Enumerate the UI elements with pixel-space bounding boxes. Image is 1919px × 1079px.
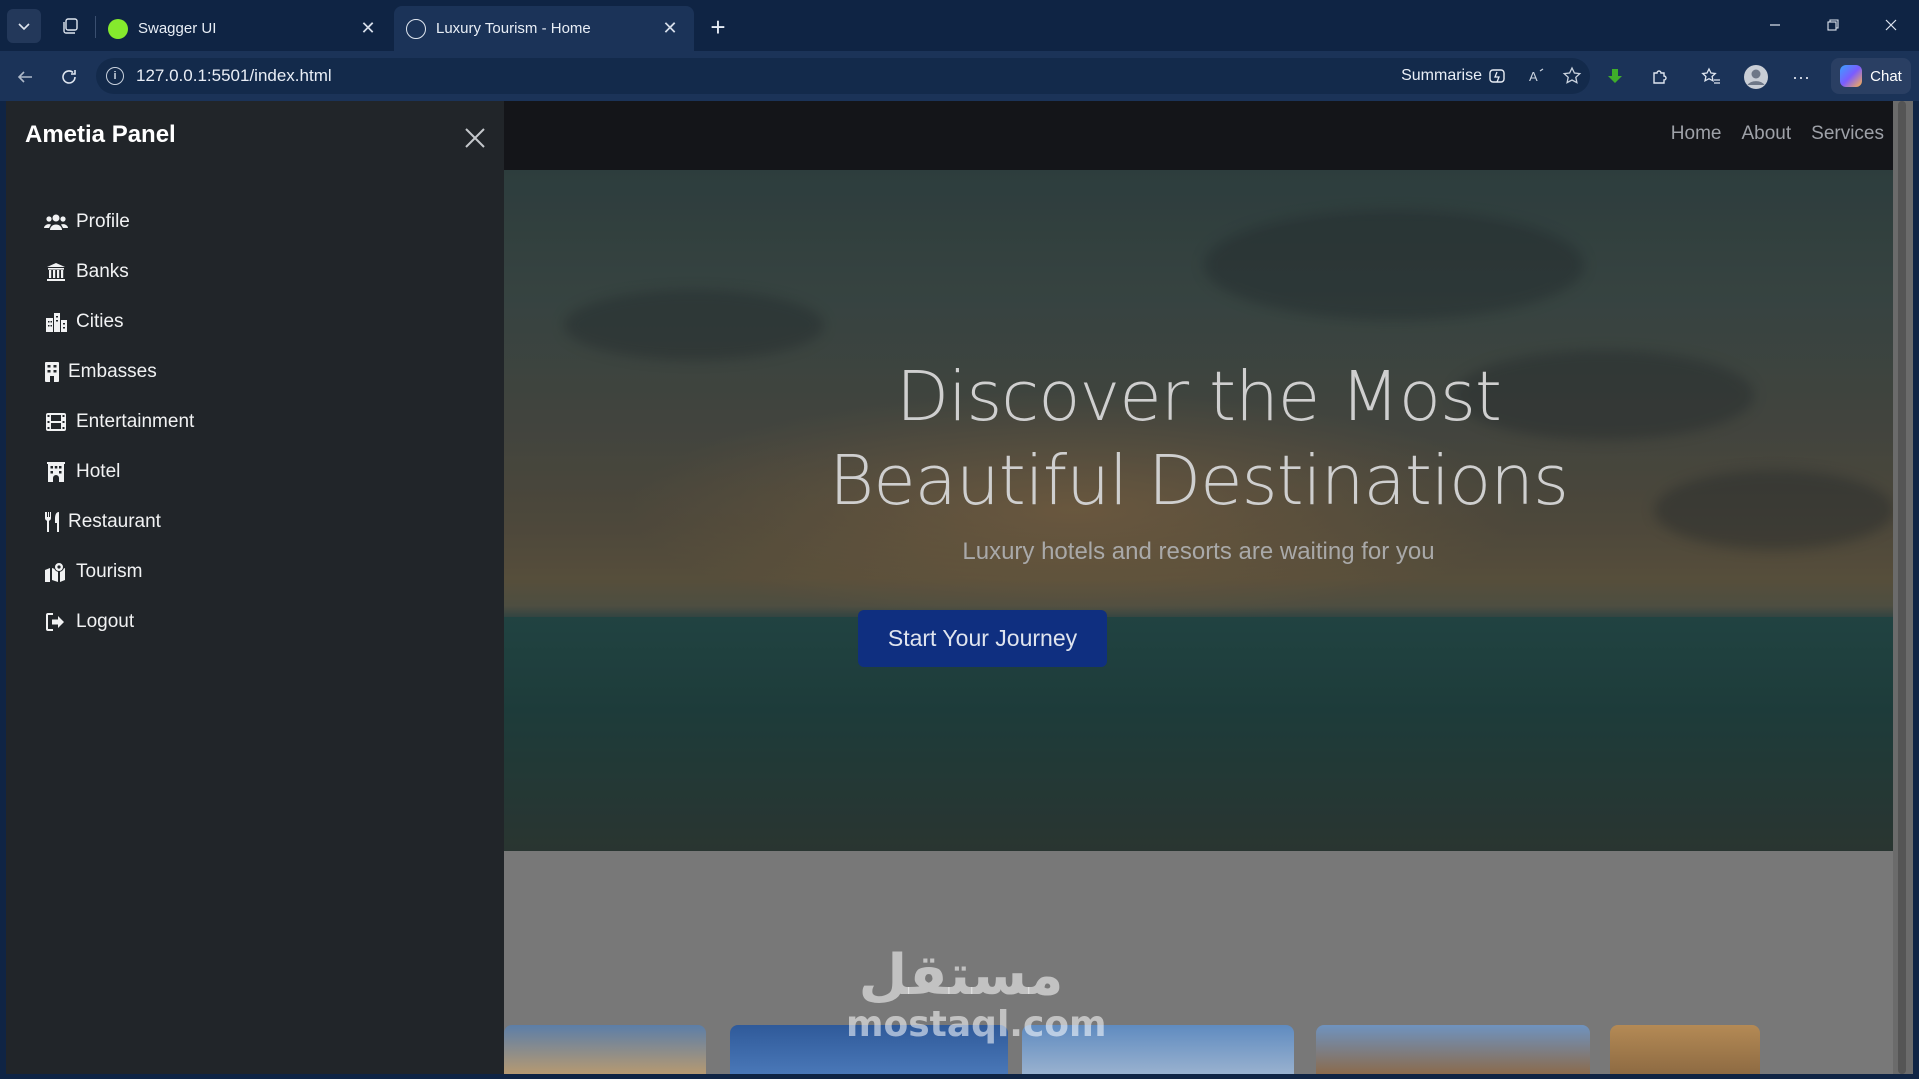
address-bar-row: i 127.0.0.1:5501/index.html Summarise A … <box>0 51 1919 101</box>
sidebar-item-label: Embasses <box>68 361 157 382</box>
read-aloud-icon[interactable]: A <box>1528 67 1546 90</box>
destination-card[interactable] <box>1316 1025 1590 1074</box>
sidebar-item-label: Entertainment <box>76 411 195 432</box>
svg-text:A: A <box>1529 69 1538 84</box>
sidebar-menu: Profile Banks Cities Embasses Entertainm… <box>44 197 194 647</box>
logout-icon <box>44 612 68 632</box>
close-tab-icon[interactable]: ✕ <box>356 17 380 41</box>
map-location-icon <box>44 562 68 582</box>
sidebar-close-button[interactable] <box>460 123 490 153</box>
hotel-icon <box>44 462 68 482</box>
tab-luxury-tourism[interactable]: Luxury Tourism - Home ✕ <box>394 6 694 51</box>
sidebar-item-label: Tourism <box>76 561 143 582</box>
close-tab-icon[interactable]: ✕ <box>658 17 682 41</box>
scrollbar-thumb[interactable] <box>1898 101 1906 1074</box>
building-icon <box>44 362 60 382</box>
sidebar-item-hotel[interactable]: Hotel <box>44 447 194 497</box>
sidebar-item-label: Restaurant <box>68 511 161 532</box>
omnibox[interactable]: i 127.0.0.1:5501/index.html Summarise A <box>96 58 1590 94</box>
sidebar-item-label: Banks <box>76 261 129 282</box>
sidebar-item-banks[interactable]: Banks <box>44 247 194 297</box>
close-icon <box>1885 19 1897 31</box>
url-text: 127.0.0.1:5501/index.html <box>136 66 332 85</box>
hero-title: Discover the Most Beautiful Destinations <box>504 355 1893 523</box>
collections-icon <box>63 18 78 34</box>
film-icon <box>44 412 68 432</box>
hero-subtitle: Luxury hotels and resorts are waiting fo… <box>962 538 1435 565</box>
sidebar-item-restaurant[interactable]: Restaurant <box>44 497 194 547</box>
sidebar-item-embasses[interactable]: Embasses <box>44 347 194 397</box>
hero-title-line1: Discover the Most <box>896 357 1502 437</box>
sidebar-title: Ametia Panel <box>25 121 176 148</box>
sidebar-item-logout[interactable]: Logout <box>44 597 194 647</box>
bank-icon <box>44 262 68 282</box>
restore-button[interactable] <box>1810 8 1856 42</box>
summarise-icon <box>1489 69 1505 83</box>
avatar-icon <box>1744 65 1768 89</box>
back-button[interactable] <box>8 60 42 94</box>
destination-card[interactable] <box>504 1025 706 1074</box>
sidebar-item-entertainment[interactable]: Entertainment <box>44 397 194 447</box>
minimize-button[interactable] <box>1752 8 1798 42</box>
tab-title: Luxury Tourism - Home <box>436 20 591 37</box>
favorites-button[interactable] <box>1694 60 1728 94</box>
profile-button[interactable] <box>1739 60 1773 94</box>
refresh-button[interactable] <box>52 60 86 94</box>
nav-link-about[interactable]: About <box>1741 123 1791 145</box>
copilot-icon <box>1840 65 1863 87</box>
sidebar-item-profile[interactable]: Profile <box>44 197 194 247</box>
sidebar-item-label: Cities <box>76 311 124 332</box>
arrow-left-icon <box>17 71 32 83</box>
download-extension-button[interactable] <box>1598 60 1632 94</box>
tab-title: Swagger UI <box>138 20 217 37</box>
page-viewport: Home About Services Discover the Most Be… <box>6 101 1913 1074</box>
destination-card[interactable] <box>1610 1025 1760 1074</box>
nav-link-services[interactable]: Services <box>1811 123 1884 145</box>
restore-icon <box>1827 19 1839 31</box>
swagger-favicon-icon <box>108 18 128 39</box>
close-icon <box>465 128 485 148</box>
mostaql-watermark: مستقل mostaql.com <box>846 943 1107 1045</box>
close-window-button[interactable] <box>1868 8 1914 42</box>
puzzle-icon <box>1653 70 1667 84</box>
sidebar-item-cities[interactable]: Cities <box>44 297 194 347</box>
nav-link-home[interactable]: Home <box>1671 123 1722 145</box>
hero-section: Discover the Most Beautiful Destinations… <box>504 170 1893 851</box>
summarise-button[interactable]: Summarise <box>1401 67 1506 85</box>
copilot-chat-button[interactable]: Chat <box>1831 58 1911 94</box>
watermark-arabic: مستقل <box>858 943 1064 1008</box>
site-navbar: Home About Services <box>504 101 1913 170</box>
new-tab-button[interactable]: + <box>702 11 734 43</box>
globe-icon <box>406 18 426 39</box>
favorites-list-icon <box>1701 67 1720 84</box>
sidebar-item-label: Logout <box>76 611 135 632</box>
sidebar-item-tourism[interactable]: Tourism <box>44 547 194 597</box>
site-info-icon[interactable]: i <box>106 67 124 85</box>
page-scrollbar[interactable] <box>1893 101 1913 1074</box>
users-icon <box>44 212 68 232</box>
refresh-icon <box>62 70 76 84</box>
more-menu-button[interactable]: ··· <box>1784 60 1818 94</box>
summarise-label: Summarise <box>1401 67 1482 84</box>
download-arrow-icon <box>1608 69 1622 83</box>
tab-list-button[interactable] <box>7 9 41 43</box>
sidebar-item-label: Profile <box>76 211 130 232</box>
chat-label: Chat <box>1870 67 1902 85</box>
offcanvas-sidebar: Ametia Panel Profile Banks Cities Embass… <box>6 101 504 1074</box>
city-icon <box>44 312 68 332</box>
collections-button[interactable] <box>53 9 87 43</box>
hero-title-line2: Beautiful Destinations <box>829 441 1569 521</box>
sidebar-item-label: Hotel <box>76 461 121 482</box>
browser-tab-bar: Swagger UI ✕ Luxury Tourism - Home ✕ + <box>0 0 1919 51</box>
nav-links: Home About Services <box>1671 123 1884 145</box>
ellipsis-icon: ··· <box>1792 66 1810 87</box>
utensils-icon <box>44 512 60 532</box>
favorite-star-icon[interactable] <box>1562 66 1582 91</box>
watermark-latin: mostaql.com <box>846 1004 1107 1045</box>
chevron-down-icon <box>18 23 30 31</box>
minimize-icon <box>1770 24 1780 26</box>
extensions-button[interactable] <box>1643 60 1677 94</box>
tab-swagger[interactable]: Swagger UI ✕ <box>96 6 392 51</box>
start-journey-button[interactable]: Start Your Journey <box>858 610 1107 667</box>
